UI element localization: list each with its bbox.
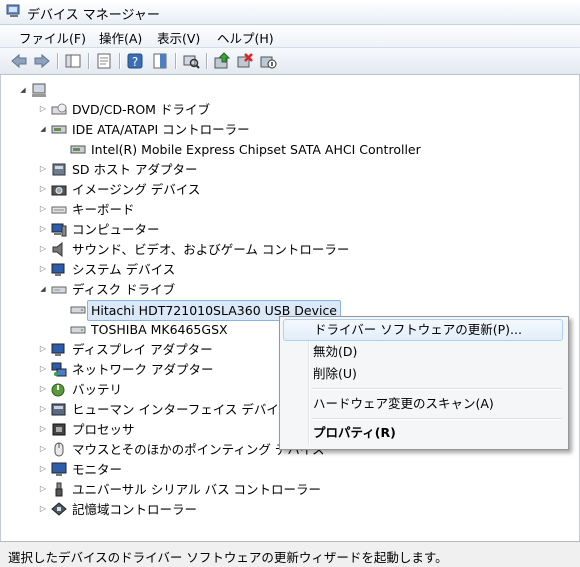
expand-arrow-icon[interactable] xyxy=(39,105,47,113)
sd-host-icon xyxy=(52,163,66,176)
status-bar: 選択したデバイスのドライバー ソフトウェアの更新ウィザードを起動します。 xyxy=(0,541,580,567)
menu-item-update-driver[interactable]: ドライバー ソフトウェアの更新(P)... xyxy=(283,319,563,341)
toolbar-separator xyxy=(206,53,207,69)
tree-item-label: サウンド、ビデオ、およびゲーム コントローラー xyxy=(72,242,350,257)
window-title: デバイス マネージャー xyxy=(27,8,160,23)
menu-help[interactable]: ヘルプ(H) xyxy=(215,28,276,47)
expand-arrow-icon[interactable] xyxy=(39,345,47,353)
display-adapter-icon xyxy=(51,343,65,356)
show-tree-icon[interactable] xyxy=(64,52,82,70)
computer-icon xyxy=(51,223,67,237)
tree-item-label: IDE ATA/ATAPI コントローラー xyxy=(72,122,250,137)
menu-view[interactable]: 表示(V) xyxy=(155,28,202,47)
tree-item-label: キーボード xyxy=(72,202,135,217)
menu-separator xyxy=(312,418,562,420)
update-driver-icon[interactable] xyxy=(213,52,231,70)
tree-item-label: Intel(R) Mobile Express Chipset SATA AHC… xyxy=(91,142,421,157)
device-manager-icon xyxy=(6,4,20,17)
tree-item-label: TOSHIBA MK6465GSX xyxy=(91,322,228,337)
menu-bar: ファイル(F) 操作(A) 表示(V) ヘルプ(H) xyxy=(0,25,580,48)
tree-item-label: ディスプレイ アダプター xyxy=(72,342,213,357)
toolbar-separator xyxy=(175,53,176,69)
tree-item-label: コンピューター xyxy=(72,222,160,237)
forward-arrow-icon[interactable] xyxy=(33,52,51,70)
tree-item-label: ディスク ドライブ xyxy=(72,282,176,297)
device-tree: DVD/CD-ROM ドライブ IDE ATA/ATAPI コントローラー In… xyxy=(0,75,580,541)
expand-arrow-icon[interactable] xyxy=(39,205,47,213)
expand-arrow-icon[interactable] xyxy=(39,445,47,453)
svg-text:?: ? xyxy=(132,55,138,69)
storage-controller-icon xyxy=(51,502,67,516)
speaker-icon xyxy=(52,242,63,257)
menu-action[interactable]: 操作(A) xyxy=(97,28,144,47)
expand-arrow-icon[interactable] xyxy=(39,485,47,493)
tree-item-label: 記憶域コントローラー xyxy=(72,502,198,517)
hard-disk-icon xyxy=(70,306,86,314)
expand-arrow-icon[interactable] xyxy=(39,125,47,133)
tree-item-label: バッテリ xyxy=(72,382,123,397)
expand-arrow-icon[interactable] xyxy=(39,285,47,293)
tree-item-label: DVD/CD-ROM ドライブ xyxy=(72,102,210,117)
tree-item-label: モニター xyxy=(72,462,123,477)
tree-item-label: SD ホスト アダプター xyxy=(72,162,198,177)
usb-icon xyxy=(55,482,63,497)
network-adapter-icon xyxy=(51,362,67,377)
status-text: 選択したデバイスのドライバー ソフトウェアの更新ウィザードを起動します。 xyxy=(8,550,448,565)
menu-file[interactable]: ファイル(F) xyxy=(17,28,88,47)
help-icon[interactable]: ? xyxy=(126,52,144,70)
menu-separator xyxy=(312,388,562,390)
computer-root-icon xyxy=(32,83,46,97)
tree-item-label: ヒューマン インターフェイス デバイス xyxy=(72,402,291,417)
controller-device-icon xyxy=(70,145,86,154)
tree-item-label: イメージング デバイス xyxy=(72,182,201,197)
menu-item-scan-hardware[interactable]: ハードウェア変更のスキャン(A) xyxy=(283,393,563,415)
toolbar: ? xyxy=(0,48,580,75)
context-menu: ドライバー ソフトウェアの更新(P)... 無効(D) 削除(U) ハードウェア… xyxy=(279,316,569,450)
disk-drive-icon xyxy=(51,286,67,294)
title-bar: デバイス マネージャー xyxy=(0,0,580,25)
expand-arrow-icon[interactable] xyxy=(39,505,47,513)
hard-disk-icon xyxy=(70,326,86,334)
menu-item-disable[interactable]: 無効(D) xyxy=(283,341,563,363)
hid-icon xyxy=(51,403,66,416)
tree-item-label: システム デバイス xyxy=(72,262,176,277)
scan-hardware-icon[interactable] xyxy=(182,52,200,70)
expand-arrow-icon[interactable] xyxy=(19,86,27,94)
expand-arrow-icon[interactable] xyxy=(39,405,47,413)
uninstall-icon[interactable] xyxy=(236,52,254,70)
expand-arrow-icon[interactable] xyxy=(39,165,47,173)
properties-icon[interactable] xyxy=(95,52,113,70)
menu-item-properties[interactable]: プロパティ(R) xyxy=(283,422,563,444)
ide-controller-icon xyxy=(51,125,67,134)
tree-item-label: ネットワーク アダプター xyxy=(72,362,214,377)
expand-arrow-icon[interactable] xyxy=(39,245,47,253)
monitor-icon xyxy=(51,462,67,476)
expand-arrow-icon[interactable] xyxy=(39,425,47,433)
disable-device-icon[interactable] xyxy=(259,52,277,70)
dvd-drive-icon xyxy=(51,103,67,115)
tree-item-label: プロセッサ xyxy=(72,422,135,437)
expand-arrow-icon[interactable] xyxy=(39,265,47,273)
keyboard-icon xyxy=(51,206,67,214)
camera-icon xyxy=(51,185,67,196)
expand-arrow-icon[interactable] xyxy=(39,185,47,193)
toolbar-separator xyxy=(57,53,58,69)
back-arrow-icon[interactable] xyxy=(10,52,28,70)
expand-arrow-icon[interactable] xyxy=(39,365,47,373)
tree-item-label: ユニバーサル シリアル バス コントローラー xyxy=(72,482,322,497)
processor-icon xyxy=(52,423,66,436)
system-device-icon xyxy=(51,263,65,276)
expand-arrow-icon[interactable] xyxy=(39,465,47,473)
expand-arrow-icon[interactable] xyxy=(39,225,47,233)
expand-arrow-icon[interactable] xyxy=(39,385,47,393)
toolbar-separator xyxy=(88,53,89,69)
action-pane-icon[interactable] xyxy=(151,52,169,70)
toolbar-separator xyxy=(119,53,120,69)
menu-item-uninstall[interactable]: 削除(U) xyxy=(283,363,563,385)
battery-icon xyxy=(51,383,65,397)
mouse-icon xyxy=(54,442,64,457)
